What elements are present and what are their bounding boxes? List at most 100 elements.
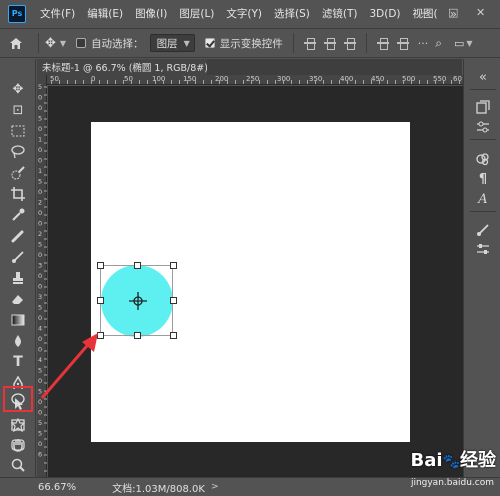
distribute-vertical-icon[interactable] — [396, 37, 409, 50]
menu-edit[interactable]: 编辑(E) — [87, 6, 123, 21]
menu-3d[interactable]: 3D(D) — [369, 8, 400, 20]
history-icon[interactable] — [474, 99, 492, 115]
zoom-level[interactable]: 66.67% — [38, 482, 76, 493]
watermark-brand: Bai — [410, 450, 443, 471]
ruler-label: 5 — [38, 430, 42, 438]
transform-handle[interactable] — [170, 332, 177, 339]
auto-select-label: 自动选择： — [91, 37, 144, 50]
menu-select[interactable]: 选择(S) — [274, 6, 310, 21]
lasso-tool-icon[interactable] — [7, 142, 29, 162]
custom-shape-tool-icon[interactable] — [7, 415, 29, 435]
ruler-tick — [347, 80, 348, 84]
search-icon[interactable]: ⌕ — [435, 36, 442, 51]
paragraph-icon[interactable]: ¶ — [474, 171, 492, 187]
photoshop-logo[interactable]: Ps — [8, 4, 26, 23]
ruler-label: 3 — [38, 293, 42, 301]
workspace-icon[interactable]: ▭ — [454, 37, 464, 50]
artboard-tool-icon[interactable]: ⊡ — [7, 100, 29, 120]
ruler-tick — [107, 80, 108, 84]
type-tool-icon[interactable]: T — [7, 352, 29, 372]
ruler-tick — [387, 80, 388, 84]
ruler-tick — [427, 80, 428, 84]
separator — [365, 33, 367, 53]
status-menu-arrow[interactable]: > — [211, 482, 219, 492]
align-left-icon[interactable] — [303, 37, 316, 50]
ruler-tick — [435, 80, 436, 84]
divider — [470, 139, 496, 140]
character-icon[interactable]: A — [474, 191, 492, 207]
eraser-tool-icon[interactable] — [7, 289, 29, 309]
document-tab[interactable]: 未标题-1 @ 66.7% (椭圆 1, RGB/8#) * × — [37, 59, 230, 75]
ruler-tick — [323, 80, 324, 84]
ruler-label: 2 — [38, 199, 42, 207]
auto-select-target-value: 图层 — [156, 37, 178, 50]
brush-settings-icon[interactable] — [474, 221, 492, 237]
brush-tool-icon[interactable] — [7, 247, 29, 267]
ellipse-tool-icon[interactable] — [3, 386, 33, 412]
chevron-down-icon[interactable]: ▼ — [60, 39, 66, 48]
tools-panel: ✥ ⊡ T — [0, 59, 36, 477]
annotation-arrow — [40, 333, 98, 399]
tab-bar-empty — [207, 59, 462, 75]
ruler-label: 0 — [38, 125, 42, 133]
horizontal-ruler[interactable]: 50 0 50 100 150 200 250 300 350 400 450 … — [47, 75, 464, 85]
vertical-ruler[interactable]: 500501001502002503003504004505005506 — [37, 75, 47, 477]
ruler-tick — [203, 80, 204, 84]
ruler-tick — [99, 80, 100, 84]
divider — [470, 211, 496, 212]
menu-file[interactable]: 文件(F) — [40, 6, 75, 21]
zoom-tool-icon[interactable] — [7, 455, 29, 475]
ruler-tick — [235, 80, 236, 84]
maximize-icon[interactable]: □ — [448, 6, 458, 19]
right-panel-dock: « ¶ A — [463, 59, 500, 477]
ruler-tick — [291, 80, 292, 84]
transform-handle[interactable] — [97, 297, 104, 304]
transform-handle[interactable] — [170, 297, 177, 304]
show-transform-checkbox[interactable] — [204, 38, 215, 48]
blur-tool-icon[interactable] — [7, 331, 29, 351]
separator — [38, 33, 39, 53]
home-icon[interactable] — [0, 37, 32, 50]
hand-tool-icon[interactable] — [7, 435, 29, 455]
crop-tool-icon[interactable] — [7, 184, 29, 204]
ruler-tick — [459, 80, 460, 84]
eyedropper-tool-icon[interactable] — [7, 205, 29, 225]
paw-icon: 🐾 — [442, 454, 460, 470]
move-tool-icon[interactable]: ✥ — [45, 36, 56, 51]
properties-icon[interactable] — [474, 241, 492, 257]
ruler-tick — [379, 80, 380, 84]
transform-handle[interactable] — [134, 262, 141, 269]
align-right-icon[interactable] — [343, 37, 356, 50]
ruler-label: 0 — [38, 220, 42, 228]
menu-layer[interactable]: 图层(L) — [179, 6, 214, 21]
healing-brush-tool-icon[interactable] — [7, 226, 29, 246]
gradient-tool-icon[interactable] — [7, 310, 29, 330]
ruler-tick — [331, 80, 332, 84]
menu-image[interactable]: 图像(I) — [135, 6, 167, 21]
menu-type[interactable]: 文字(Y) — [226, 6, 262, 21]
transform-handle[interactable] — [97, 262, 104, 269]
transform-handle[interactable] — [134, 332, 141, 339]
move-tool-icon[interactable]: ✥ — [7, 79, 29, 99]
quick-selection-tool-icon[interactable] — [7, 163, 29, 183]
ruler-tick — [363, 80, 364, 84]
ruler-label: 0 — [38, 251, 42, 259]
ruler-label: 0 — [38, 272, 42, 280]
auto-select-target-dropdown[interactable]: 图层 ▼ — [149, 34, 195, 52]
expand-panels-icon[interactable]: « — [474, 69, 492, 85]
adjustments-icon[interactable] — [474, 119, 492, 135]
chevron-down-icon[interactable]: ▼ — [466, 39, 472, 48]
crosshair-icon — [129, 292, 147, 310]
marquee-tool-icon[interactable] — [7, 121, 29, 141]
close-icon[interactable]: ✕ — [476, 6, 485, 19]
menu-filter[interactable]: 滤镜(T) — [322, 6, 358, 21]
auto-select-checkbox[interactable] — [76, 38, 87, 48]
align-center-icon[interactable] — [323, 37, 336, 50]
ruler-tick — [91, 80, 92, 84]
more-options-icon[interactable]: ··· — [418, 37, 429, 50]
minimize-icon[interactable]: — — [420, 6, 431, 19]
color-swatches-icon[interactable] — [474, 151, 492, 167]
distribute-icon[interactable] — [376, 37, 389, 50]
transform-handle[interactable] — [170, 262, 177, 269]
clone-stamp-tool-icon[interactable] — [7, 268, 29, 288]
